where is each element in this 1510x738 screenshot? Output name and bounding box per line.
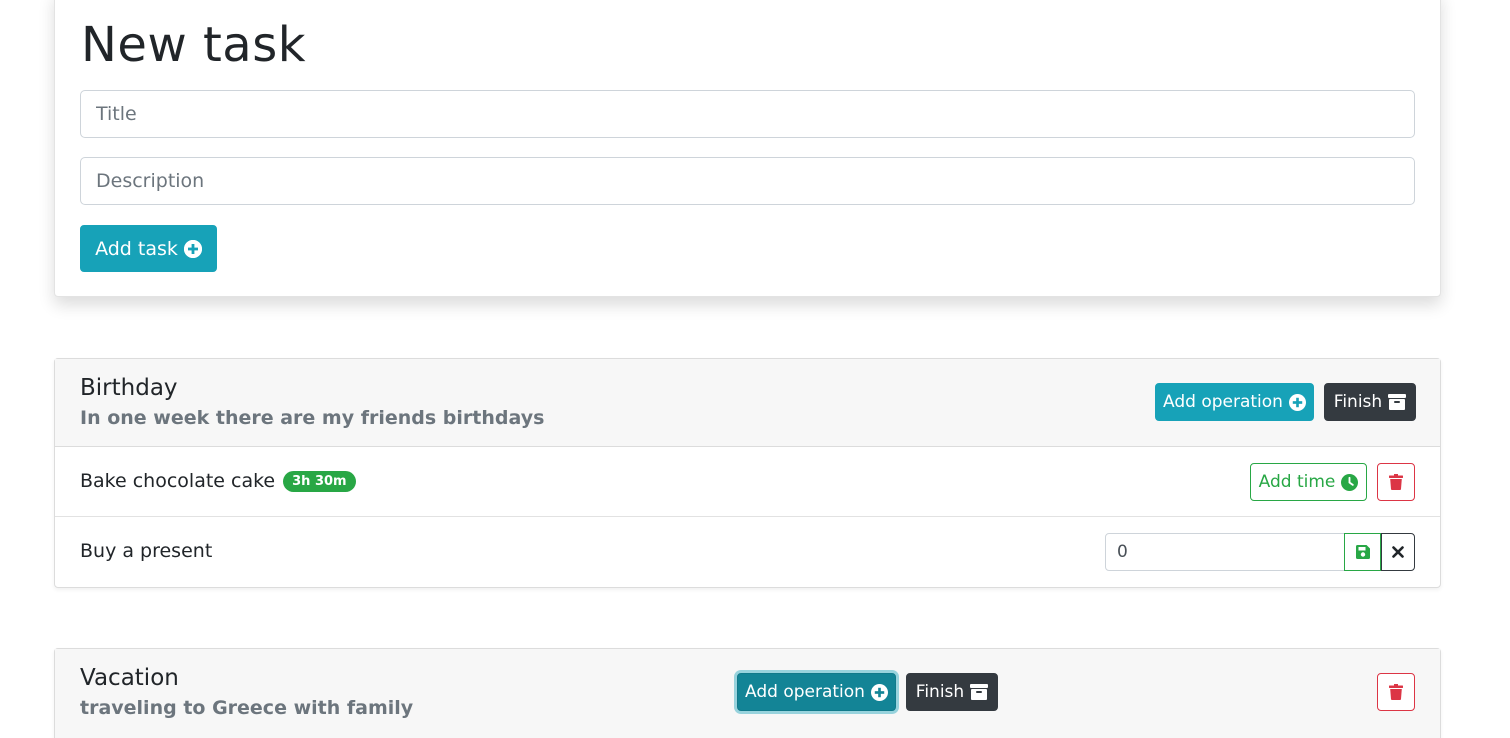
finish-button[interactable]: Finish — [906, 673, 998, 711]
trash-icon — [1389, 474, 1403, 490]
add-time-button[interactable]: Add time — [1250, 463, 1367, 501]
task-title: Birthday — [80, 375, 178, 401]
add-time-label: Add time — [1258, 472, 1336, 492]
task-description: traveling to Greece with family — [80, 697, 414, 719]
plus-circle-icon — [1288, 393, 1306, 411]
time-badge: 3h 30m — [283, 471, 356, 492]
close-icon — [1392, 546, 1404, 558]
operation-row: Bake chocolate cake 3h 30m Add time — [55, 447, 1440, 517]
delete-operation-button[interactable] — [1377, 463, 1415, 501]
finish-label: Finish — [915, 682, 965, 702]
time-input[interactable] — [1105, 533, 1345, 571]
archive-icon — [970, 684, 989, 700]
finish-button[interactable]: Finish — [1324, 383, 1416, 421]
add-operation-button[interactable]: Add operation — [1155, 383, 1314, 421]
task-header: Birthday In one week there are my friend… — [55, 359, 1440, 447]
page-title: New task — [81, 17, 306, 73]
save-icon — [1355, 545, 1370, 559]
operation-name: Bake chocolate cake — [80, 470, 276, 492]
task-header: Vacation traveling to Greece with family… — [55, 649, 1440, 738]
delete-task-button[interactable] — [1377, 673, 1415, 711]
add-task-label: Add task — [95, 237, 178, 260]
add-task-button[interactable]: Add task — [80, 225, 217, 272]
clock-icon — [1341, 473, 1359, 491]
new-task-card: New task Add task — [54, 0, 1441, 297]
finish-label: Finish — [1333, 392, 1383, 412]
title-input[interactable] — [80, 90, 1415, 138]
operation-label: Bake chocolate cake 3h 30m — [80, 470, 356, 492]
cancel-time-button[interactable] — [1381, 533, 1415, 571]
description-input[interactable] — [80, 157, 1415, 205]
task-card-vacation: Vacation traveling to Greece with family… — [54, 648, 1441, 738]
plus-circle-icon — [183, 239, 202, 258]
trash-icon — [1389, 684, 1403, 700]
plus-circle-icon — [870, 683, 888, 701]
add-operation-button[interactable]: Add operation — [737, 673, 896, 711]
add-operation-label: Add operation — [745, 682, 865, 702]
archive-icon — [1388, 394, 1407, 410]
operation-name: Buy a present — [80, 540, 213, 562]
task-description: In one week there are my friends birthda… — [80, 407, 545, 429]
add-operation-label: Add operation — [1163, 392, 1283, 412]
operation-row: Buy a present — [55, 517, 1440, 587]
task-card-birthday: Birthday In one week there are my friend… — [54, 358, 1441, 588]
save-time-button[interactable] — [1344, 533, 1381, 571]
task-title: Vacation — [80, 665, 179, 691]
